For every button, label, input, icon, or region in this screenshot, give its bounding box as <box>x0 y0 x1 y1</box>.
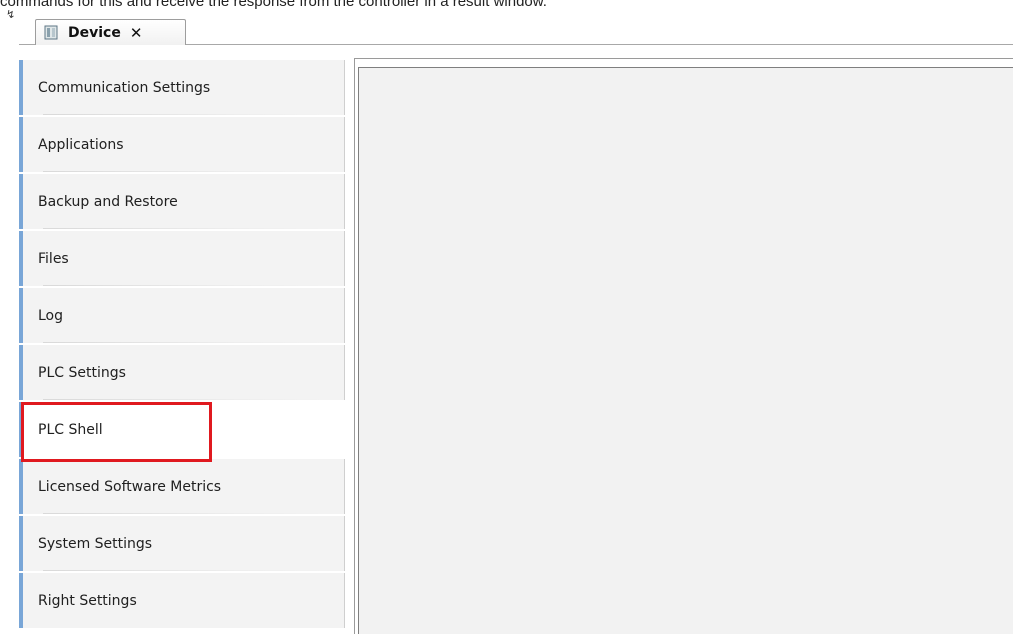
nav-item-label: Files <box>38 250 69 267</box>
nav-item-backup-and-restore[interactable]: Backup and Restore <box>19 174 345 229</box>
document-caption: commands for this and receive the respon… <box>0 0 547 10</box>
tab-device[interactable]: Device ✕ <box>35 19 186 45</box>
plc-shell-output-area[interactable] <box>358 67 1013 634</box>
nav-item-licensed-software-metrics[interactable]: Licensed Software Metrics <box>19 459 345 514</box>
nav-separator <box>43 342 324 343</box>
nav-item-label: Communication Settings <box>38 79 211 96</box>
plc-shell-panel <box>354 58 1013 634</box>
device-editor-screenshot: commands for this and receive the respon… <box>0 0 1013 634</box>
nav-item-plc-settings[interactable]: PLC Settings <box>19 345 345 400</box>
nav-item-plc-shell[interactable]: PLC Shell <box>19 402 353 457</box>
nav-item-files[interactable]: Files <box>19 231 345 286</box>
nav-item-label: Licensed Software Metrics <box>38 478 222 495</box>
editor-tab-bar: Device ✕ <box>19 17 1013 45</box>
nav-item-label: Backup and Restore <box>38 193 178 210</box>
nav-item-log[interactable]: Log <box>19 288 345 343</box>
nav-item-label: Right Settings <box>38 592 137 609</box>
nav-item-label: Log <box>38 307 64 324</box>
nav-separator <box>43 171 324 172</box>
nav-item-applications[interactable]: Applications <box>19 117 345 172</box>
nav-item-right-settings[interactable]: Right Settings <box>19 573 345 628</box>
nav-separator <box>43 399 324 400</box>
nav-separator <box>43 285 324 286</box>
nav-separator <box>43 114 324 115</box>
nav-item-communication-settings[interactable]: Communication Settings <box>19 60 345 115</box>
nav-item-system-settings[interactable]: System Settings <box>19 516 345 571</box>
device-nav-list: Communication Settings Applications Back… <box>19 60 353 634</box>
close-icon[interactable]: ✕ <box>130 24 143 42</box>
nav-separator <box>43 513 324 514</box>
nav-item-label: PLC Settings <box>38 364 126 381</box>
device-icon <box>44 25 58 40</box>
cursor-icon: ↯ <box>6 8 16 21</box>
nav-item-label: System Settings <box>38 535 153 552</box>
tab-title: Device <box>68 24 121 41</box>
nav-separator <box>43 228 324 229</box>
nav-separator <box>43 570 324 571</box>
nav-item-label: PLC Shell <box>38 421 103 438</box>
nav-item-label: Applications <box>38 136 124 153</box>
